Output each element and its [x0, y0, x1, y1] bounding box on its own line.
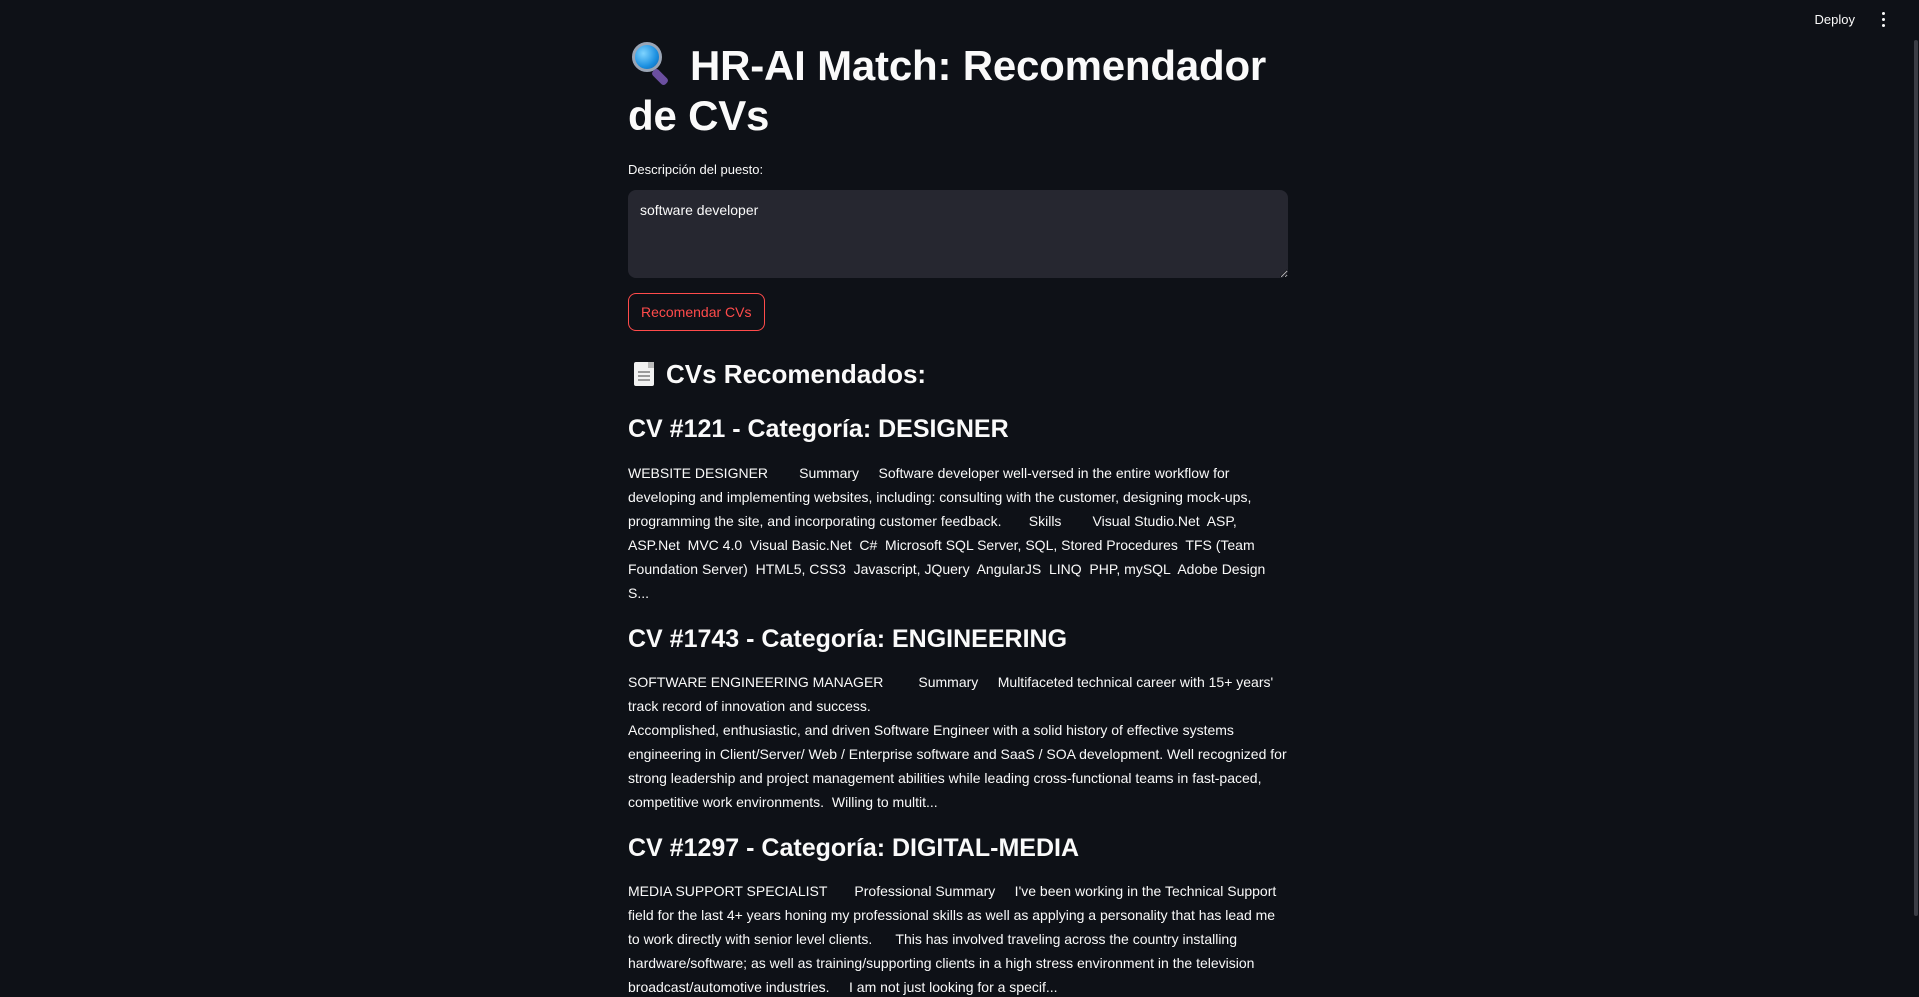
results-heading-text: CVs Recomendados:	[666, 359, 927, 389]
cv-summary: WEBSITE DESIGNER Summary Software develo…	[628, 465, 1270, 601]
page-title-text: HR-AI Match: Recomendador de CVs	[628, 42, 1267, 139]
main-content: HR-AI Match: Recomendador de CVs Descrip…	[628, 40, 1288, 997]
cv-result-card: CV #1297 - Categoría: DIGITAL-MEDIA MEDI…	[628, 831, 1288, 997]
cv-summary: SOFTWARE ENGINEERING MANAGER Summary Mul…	[628, 674, 1287, 810]
scrollbar-thumb[interactable]	[1914, 40, 1918, 916]
app-root: Deploy HR-AI Match: Recomendador de CVs …	[0, 0, 1919, 997]
magnifying-glass-icon	[628, 40, 674, 87]
cv-summary: MEDIA SUPPORT SPECIALIST Professional Su…	[628, 883, 1281, 995]
deploy-button[interactable]: Deploy	[1809, 8, 1861, 31]
page-title: HR-AI Match: Recomendador de CVs	[628, 40, 1288, 141]
scrollbar[interactable]	[1913, 0, 1919, 997]
description-label: Descripción del puesto:	[628, 162, 764, 177]
document-icon	[634, 362, 654, 386]
cv-result-card: CV #1743 - Categoría: ENGINEERING SOFTWA…	[628, 622, 1288, 814]
top-toolbar: Deploy	[1809, 0, 1919, 38]
cv-heading: CV #1297 - Categoría: DIGITAL-MEDIA	[628, 834, 1080, 862]
cv-heading: CV #121 - Categoría: DESIGNER	[628, 415, 1009, 443]
job-description-input[interactable]	[628, 190, 1288, 278]
cv-heading: CV #1743 - Categoría: ENGINEERING	[628, 625, 1068, 653]
more-vertical-icon[interactable]	[1875, 8, 1891, 30]
results-heading: CVs Recomendados:	[628, 357, 1288, 391]
recommend-cvs-button[interactable]: Recomendar CVs	[628, 293, 765, 331]
cv-result-card: CV #121 - Categoría: DESIGNER WEBSITE DE…	[628, 412, 1288, 605]
